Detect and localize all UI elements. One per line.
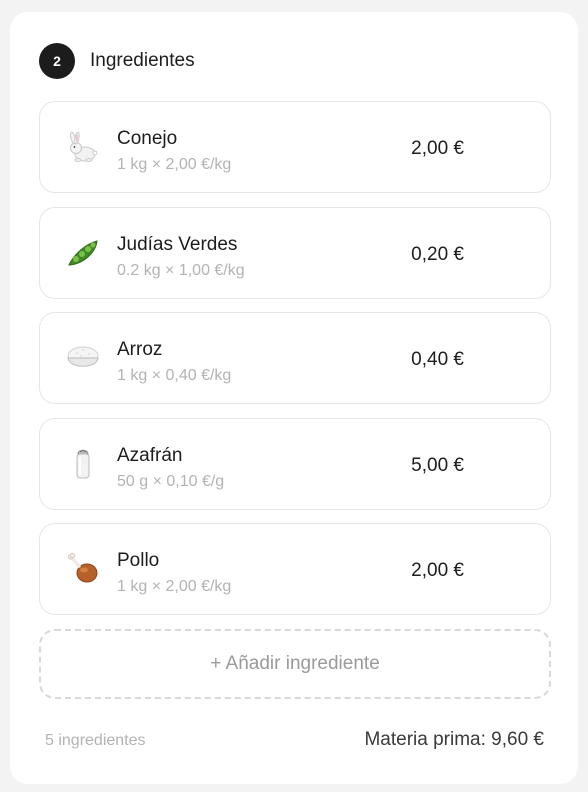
ingredient-name: Arroz: [117, 339, 163, 360]
ingredient-row[interactable]: Arroz 1 kg × 0,40 €/kg 0,40 €: [39, 312, 551, 404]
ingredient-count: 5 ingredientes: [45, 732, 146, 749]
raw-material-total: Materia prima: 9,60 €: [364, 729, 544, 750]
ingredient-price: 0,40 €: [411, 349, 464, 370]
ingredient-quantity: 1 kg × 0,40 €/kg: [117, 367, 232, 384]
ingredient-price: 2,00 €: [411, 560, 464, 581]
chicken-leg-icon: [64, 550, 102, 588]
ingredient-price: 2,00 €: [411, 138, 464, 159]
ingredient-row[interactable]: Azafrán 50 g × 0,10 €/g 5,00 €: [39, 417, 551, 510]
ingredient-name: Conejo: [117, 128, 178, 149]
ingredient-name: Judías Verdes: [117, 233, 238, 255]
rabbit-icon: [64, 128, 102, 166]
ingredient-quantity: 50 g × 0,10 €/g: [117, 472, 225, 490]
ingredients-card: 2 Ingredientes Conejo 1 kg × 2,00 €/kg 2…: [10, 12, 578, 784]
pea-pod-icon: [64, 234, 102, 272]
rice-bowl-icon: [64, 339, 102, 377]
ingredient-row[interactable]: Pollo 1 kg × 2,00 €/kg 2,00 €: [39, 523, 551, 615]
add-ingredient-button[interactable]: + Añadir ingrediente: [39, 629, 551, 699]
ingredient-price: 0,20 €: [411, 243, 464, 265]
ingredient-row[interactable]: Conejo 1 kg × 2,00 €/kg 2,00 €: [39, 101, 551, 193]
ingredient-quantity: 0.2 kg × 1,00 €/kg: [117, 261, 245, 279]
ingredient-list: Conejo 1 kg × 2,00 €/kg 2,00 € Judías Ve…: [39, 101, 551, 629]
ingredient-quantity: 1 kg × 2,00 €/kg: [117, 156, 232, 173]
section-title: Ingredientes: [90, 50, 195, 71]
ingredient-price: 5,00 €: [411, 454, 464, 476]
section-header: 2 Ingredientes: [39, 43, 195, 79]
step-badge: 2: [39, 43, 75, 79]
ingredient-quantity: 1 kg × 2,00 €/kg: [117, 578, 232, 595]
salt-shaker-icon: [64, 445, 102, 483]
ingredient-name: Azafrán: [117, 444, 183, 466]
ingredient-name: Pollo: [117, 550, 160, 571]
ingredient-row[interactable]: Judías Verdes 0.2 kg × 1,00 €/kg 0,20 €: [39, 206, 551, 299]
